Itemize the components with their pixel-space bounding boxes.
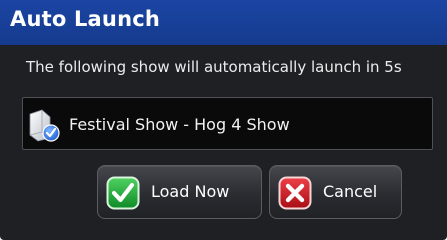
- load-now-button[interactable]: Load Now: [97, 165, 262, 219]
- load-now-label: Load Now: [151, 182, 230, 201]
- title-bar: Auto Launch: [0, 0, 447, 45]
- green-check-icon: [106, 176, 140, 210]
- red-x-icon: [278, 176, 312, 210]
- cancel-button[interactable]: Cancel: [269, 165, 402, 219]
- auto-launch-dialog: Auto Launch The following show will auto…: [0, 0, 447, 240]
- cancel-label: Cancel: [323, 182, 378, 201]
- show-name: Festival Show - Hog 4 Show: [69, 115, 290, 134]
- document-check-icon: [27, 108, 61, 142]
- dialog-title: Auto Launch: [10, 7, 161, 31]
- launch-message: The following show will automatically la…: [26, 58, 402, 76]
- show-entry: Festival Show - Hog 4 Show: [22, 97, 433, 150]
